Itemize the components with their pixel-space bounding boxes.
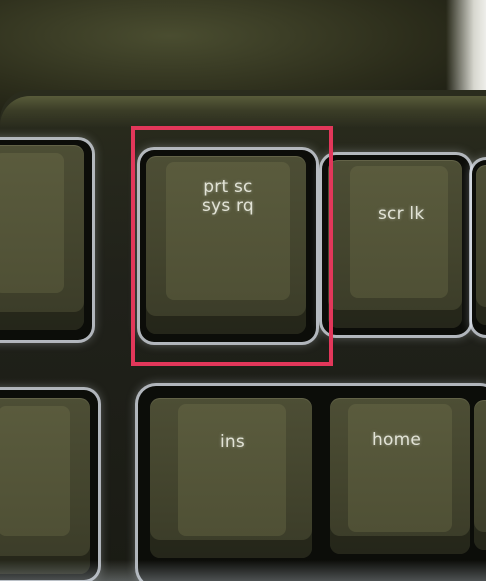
keycap-top (350, 166, 448, 298)
key-partial-right-bottom[interactable] (474, 400, 486, 550)
key-partial-right[interactable] (476, 165, 486, 325)
keyboard-edge (0, 96, 486, 128)
keycap-top (348, 404, 452, 532)
keyboard-photo: prt sc sys rq scr lk ins home (0, 0, 486, 581)
keycap-top (0, 406, 70, 536)
keycap-top (0, 153, 64, 293)
key-legend-print-screen: prt sc sys rq (202, 178, 254, 216)
key-partial-left[interactable] (0, 145, 84, 330)
key-scroll-lock[interactable]: scr lk (328, 160, 462, 328)
key-legend-home: home (372, 430, 421, 450)
bottom-backlight (0, 560, 486, 581)
key-home[interactable]: home (330, 398, 470, 554)
key-legend-line-1: prt sc (203, 177, 253, 197)
key-partial-left-bottom[interactable] (0, 398, 90, 574)
key-print-screen[interactable]: prt sc sys rq (146, 156, 306, 334)
key-legend-insert: ins (220, 432, 245, 452)
key-legend-scroll-lock: scr lk (378, 204, 425, 224)
key-insert[interactable]: ins (150, 398, 312, 558)
keycap-top (178, 404, 286, 536)
key-legend-line-2: sys rq (202, 196, 254, 216)
